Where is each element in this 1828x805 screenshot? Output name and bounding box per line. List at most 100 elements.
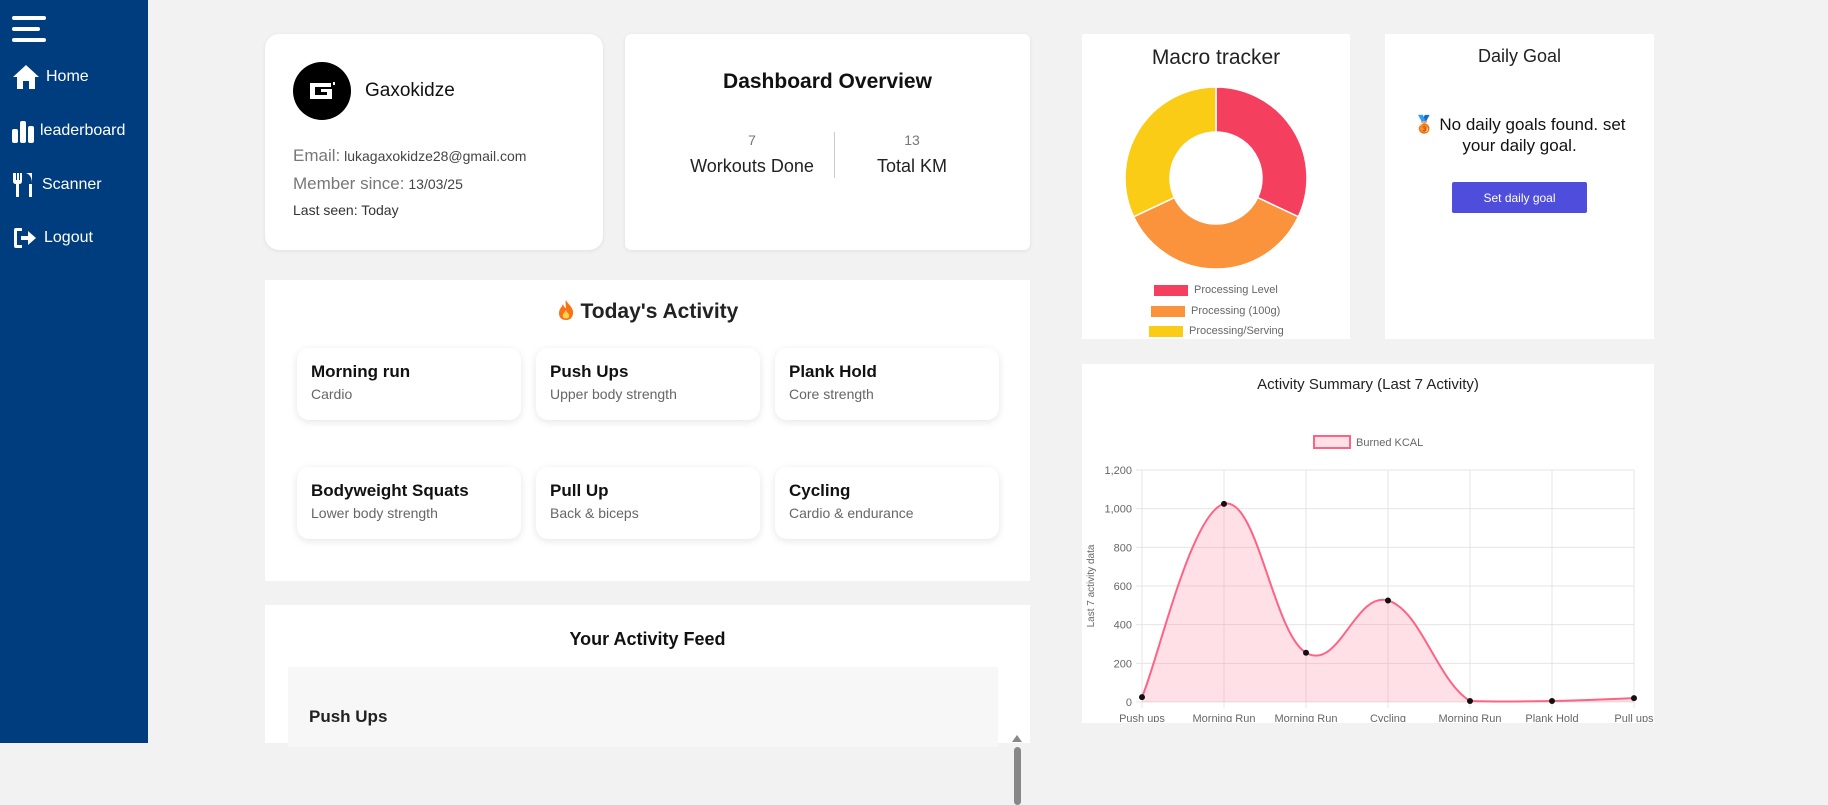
data-point[interactable] bbox=[1631, 695, 1637, 702]
avatar bbox=[293, 62, 351, 120]
stat-workouts: 7 Workouts Done bbox=[682, 132, 822, 177]
sidebar: Home leaderboard Scanner Logout bbox=[0, 0, 148, 743]
activity-tile[interactable]: Plank Hold Core strength bbox=[775, 348, 999, 420]
scroll-up-icon[interactable] bbox=[1012, 735, 1022, 742]
data-point[interactable] bbox=[1221, 500, 1227, 507]
profile-email: Email: lukagaxokidze28@gmail.com bbox=[293, 146, 526, 166]
activity-name: Pull Up bbox=[550, 481, 609, 500]
stat-divider bbox=[834, 132, 835, 178]
feed-title: Your Activity Feed bbox=[569, 629, 726, 649]
scrollbar-thumb[interactable] bbox=[1014, 747, 1021, 805]
fork-knife-icon bbox=[13, 173, 32, 197]
email-label: Email: bbox=[293, 146, 341, 165]
x-tick-label: Plank Hold bbox=[1525, 713, 1578, 722]
activity-name: Cycling bbox=[789, 481, 851, 500]
y-axis-label: Last 7 activity data bbox=[1086, 544, 1097, 627]
legend-swatch bbox=[1149, 325, 1183, 337]
macro-donut-chart bbox=[1124, 86, 1308, 270]
y-tick-label: 600 bbox=[1114, 581, 1132, 593]
stat-label: Total KM bbox=[876, 156, 948, 176]
activity-type: Back & biceps bbox=[550, 505, 639, 521]
stat-value: 7 bbox=[748, 132, 756, 148]
activity-tile[interactable]: Cycling Cardio & endurance bbox=[775, 467, 999, 539]
activity-tile[interactable]: Pull Up Back & biceps bbox=[536, 467, 760, 539]
data-point[interactable] bbox=[1467, 698, 1473, 705]
y-tick-label: 400 bbox=[1114, 620, 1132, 632]
legend-label: Processing Level bbox=[1194, 284, 1278, 296]
data-point[interactable] bbox=[1385, 597, 1391, 604]
bar-chart-icon bbox=[12, 121, 34, 143]
sidebar-item-label: Logout bbox=[44, 229, 93, 246]
sidebar-item-home[interactable]: Home bbox=[12, 64, 89, 90]
activity-tile[interactable]: Bodyweight Squats Lower body strength bbox=[297, 467, 521, 539]
activity-summary-chart: Burned KCAL 0 200 400 600 800 1,000 1,200 Push u… bbox=[1086, 435, 1654, 722]
y-tick-label: 800 bbox=[1114, 542, 1132, 554]
sidebar-item-label: leaderboard bbox=[40, 122, 126, 139]
profile-last-seen: Last seen: Today bbox=[293, 202, 399, 218]
y-tick-label: 1,200 bbox=[1104, 465, 1132, 477]
feed-list[interactable]: Push Ups bbox=[288, 667, 1022, 805]
sidebar-item-leaderboard[interactable]: leaderboard bbox=[12, 119, 125, 143]
member-since-value: 13/03/25 bbox=[408, 176, 463, 192]
legend-item-processing-100g[interactable]: Processing (100g) bbox=[1151, 305, 1280, 317]
overview-title: Dashboard Overview bbox=[723, 70, 932, 93]
sidebar-item-label: Home bbox=[46, 68, 89, 85]
goal-title: Daily Goal bbox=[1477, 46, 1562, 66]
goal-message: 🥉 No daily goals found. set your daily g… bbox=[1413, 115, 1626, 155]
x-tick-label: Morning Run bbox=[1439, 713, 1502, 722]
activity-name: Push Ups bbox=[550, 362, 629, 381]
activity-tile[interactable]: Push Ups Upper body strength bbox=[536, 348, 760, 420]
legend-item-processing-level[interactable]: Processing Level bbox=[1154, 284, 1278, 296]
x-tick-label: Pull ups bbox=[1614, 713, 1654, 722]
activity-summary-card: Activity Summary (Last 7 Activity) Burne… bbox=[1082, 364, 1654, 723]
todays-activity-card: Today's Activity Morning run Cardio Push… bbox=[265, 280, 1030, 581]
activity-type: Cardio bbox=[311, 386, 353, 402]
todays-activity-header: Today's Activity bbox=[265, 299, 1030, 324]
todays-activity-title: Today's Activity bbox=[580, 300, 739, 323]
daily-goal-card: Daily Goal 🥉 No daily goals found. set y… bbox=[1385, 34, 1654, 339]
data-point[interactable] bbox=[1303, 649, 1309, 656]
macro-title: Macro tracker bbox=[1151, 46, 1281, 69]
activity-type: Cardio & endurance bbox=[789, 505, 914, 521]
data-point[interactable] bbox=[1139, 694, 1145, 701]
activity-type: Core strength bbox=[789, 386, 874, 402]
activity-name: Bodyweight Squats bbox=[311, 481, 469, 500]
dashboard-overview-card: Dashboard Overview 7 Workouts Done 13 To… bbox=[625, 34, 1030, 250]
y-tick-label: 1,000 bbox=[1104, 504, 1132, 516]
x-tick-label: Push ups bbox=[1119, 713, 1165, 722]
activity-type: Lower body strength bbox=[311, 505, 438, 521]
legend-item-processing-serving[interactable]: Processing/Serving bbox=[1149, 325, 1284, 337]
activity-feed-card: Your Activity Feed Push Ups bbox=[265, 605, 1030, 805]
activity-tile[interactable]: Morning run Cardio bbox=[297, 348, 521, 420]
legend-label[interactable]: Burned KCAL bbox=[1356, 437, 1423, 449]
donut-slice[interactable] bbox=[1124, 86, 1217, 218]
x-tick-label: Morning Run bbox=[1275, 713, 1338, 722]
macro-tracker-card: Macro tracker Processing Level Processin… bbox=[1082, 34, 1350, 339]
set-daily-goal-button[interactable]: Set daily goal bbox=[1452, 182, 1587, 213]
home-icon bbox=[13, 65, 39, 89]
donut-slice[interactable] bbox=[1215, 86, 1308, 218]
feed-item[interactable]: Push Ups bbox=[309, 707, 387, 727]
profile-member-since: Member since: 13/03/25 bbox=[293, 174, 463, 194]
summary-title: Activity Summary (Last 7 Activity) bbox=[1257, 376, 1479, 393]
legend-label: Processing (100g) bbox=[1191, 305, 1281, 317]
data-point[interactable] bbox=[1549, 698, 1555, 705]
sidebar-item-label: Scanner bbox=[42, 176, 102, 193]
hamburger-menu-icon[interactable] bbox=[12, 16, 46, 44]
y-tick-label: 200 bbox=[1114, 658, 1132, 670]
activity-name: Morning run bbox=[311, 362, 411, 381]
email-value: lukagaxokidze28@gmail.com bbox=[344, 148, 527, 164]
sidebar-item-scanner[interactable]: Scanner bbox=[12, 172, 102, 198]
stat-label: Workouts Done bbox=[690, 156, 814, 176]
profile-name: Gaxokidze bbox=[365, 80, 455, 101]
stat-total-km: 13 Total KM bbox=[842, 132, 982, 177]
legend-swatch bbox=[1154, 284, 1188, 296]
sidebar-item-logout[interactable]: Logout bbox=[12, 226, 93, 250]
stat-value: 13 bbox=[904, 132, 920, 148]
fire-icon bbox=[558, 300, 573, 320]
legend-label: Processing/Serving bbox=[1189, 325, 1284, 337]
x-tick-label: Morning Run bbox=[1193, 713, 1256, 722]
activity-name: Plank Hold bbox=[789, 362, 877, 381]
x-tick-label: Cycling bbox=[1370, 713, 1406, 722]
donut-slice[interactable] bbox=[1132, 196, 1300, 270]
